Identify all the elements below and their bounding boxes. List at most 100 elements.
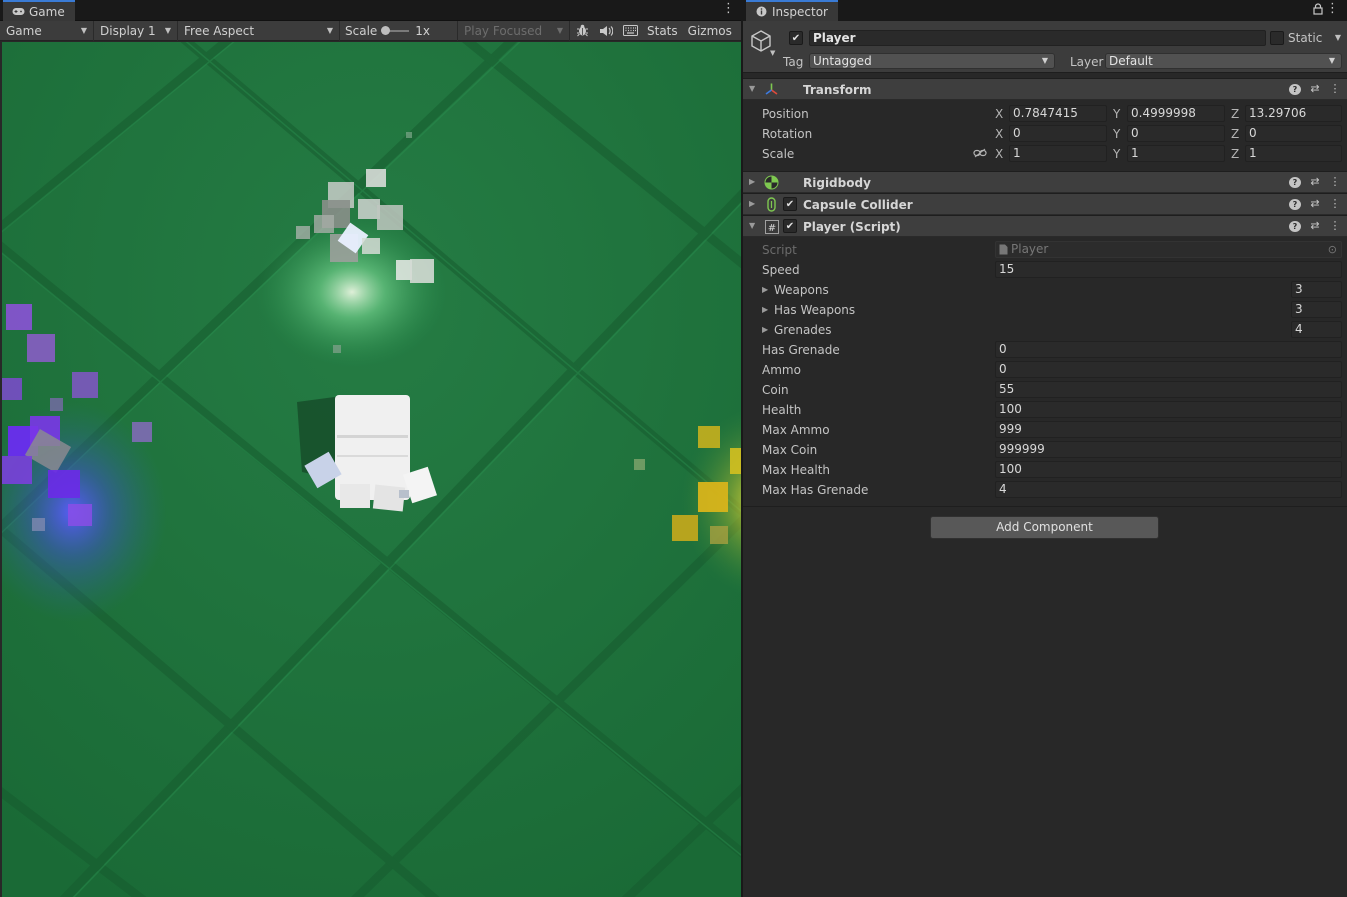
has-weapons-size-field[interactable]: 3: [1291, 301, 1342, 318]
game-mode-dropdown[interactable]: Game ▼: [0, 20, 94, 41]
gizmos-button[interactable]: Gizmos: [683, 21, 737, 41]
gamepad-icon: [11, 6, 25, 18]
add-component-button[interactable]: Add Component: [930, 516, 1159, 539]
rigidbody-ball-icon: [764, 175, 779, 190]
weapons-size-field[interactable]: 3: [1291, 281, 1342, 298]
script-value: Player: [1011, 242, 1049, 256]
help-icon[interactable]: ?: [1289, 82, 1301, 95]
grenades-foldout-icon[interactable]: ▶: [762, 325, 768, 334]
chevron-down-icon: ▼: [556, 26, 563, 35]
bug-icon[interactable]: [570, 21, 594, 41]
tag-dropdown[interactable]: Untagged ▼: [809, 53, 1055, 69]
player-script-title: Player (Script): [803, 220, 901, 234]
component-menu-icon[interactable]: ⋮: [1329, 219, 1341, 232]
rigidbody-component-header[interactable]: ▶ Rigidbody ? ⇄ ⋮: [743, 171, 1347, 193]
has-grenade-field[interactable]: 0: [995, 341, 1342, 358]
play-mode-value: Play Focused: [464, 23, 543, 38]
rotation-x-label[interactable]: X: [995, 127, 1003, 141]
scale-x-field[interactable]: 1: [1009, 145, 1107, 162]
inspector-menu-icon[interactable]: ⋮: [1326, 2, 1339, 16]
play-mode-dropdown[interactable]: Play Focused ▼: [458, 20, 570, 41]
help-icon[interactable]: ?: [1289, 197, 1301, 210]
layer-dropdown[interactable]: Default ▼: [1105, 53, 1342, 69]
grenades-size-field[interactable]: 4: [1291, 321, 1342, 338]
audio-icon[interactable]: [594, 21, 618, 41]
game-viewport[interactable]: [2, 42, 741, 897]
static-checkbox[interactable]: [1270, 31, 1284, 45]
foldout-expanded-icon[interactable]: ▼: [749, 84, 755, 93]
game-panel-menu-icon[interactable]: ⋮: [722, 2, 735, 16]
game-tab[interactable]: Game: [3, 0, 75, 21]
rotation-x-field[interactable]: 0: [1009, 125, 1107, 142]
help-icon[interactable]: ?: [1289, 219, 1301, 232]
position-z-label[interactable]: Z: [1231, 107, 1239, 121]
ammo-field[interactable]: 0: [995, 361, 1342, 378]
rotation-z-field[interactable]: 0: [1245, 125, 1342, 142]
icon-chevron-down-icon[interactable]: ▼: [770, 49, 775, 57]
inspector-tab[interactable]: Inspector: [746, 0, 838, 21]
aspect-dropdown[interactable]: Free Aspect ▼: [178, 20, 340, 41]
scale-y-label[interactable]: Y: [1113, 147, 1120, 161]
capsule-collider-enabled-checkbox[interactable]: [783, 197, 797, 211]
max-health-label: Max Health: [762, 463, 831, 477]
svg-text:#: #: [767, 223, 775, 234]
health-field[interactable]: 100: [995, 401, 1342, 418]
position-y-label[interactable]: Y: [1113, 107, 1120, 121]
weapons-label[interactable]: Weapons: [774, 283, 829, 297]
active-checkbox[interactable]: [789, 31, 803, 45]
grenades-label[interactable]: Grenades: [774, 323, 832, 337]
capsule-collider-component-header[interactable]: ▶ Capsule Collider ? ⇄ ⋮: [743, 193, 1347, 215]
display-value: Display 1: [100, 23, 156, 38]
weapons-foldout-icon[interactable]: ▶: [762, 285, 768, 294]
scale-label: Scale: [762, 147, 795, 161]
scale-slider[interactable]: [381, 25, 410, 35]
component-menu-icon[interactable]: ⋮: [1329, 82, 1341, 95]
player-script-component-header[interactable]: ▼ # Player (Script) ? ⇄ ⋮: [743, 215, 1347, 237]
static-chevron-down-icon[interactable]: ▼: [1335, 33, 1341, 42]
foldout-collapsed-icon[interactable]: ▶: [749, 177, 755, 186]
transform-component-header[interactable]: ▼ Transform ? ⇄ ⋮: [743, 78, 1347, 100]
chevron-down-icon: ▼: [1041, 56, 1048, 65]
position-x-field[interactable]: 0.7847415: [1009, 105, 1107, 122]
gameobject-name-field[interactable]: Player: [809, 30, 1266, 46]
keyboard-icon[interactable]: [618, 21, 642, 41]
speed-field[interactable]: 15: [995, 261, 1342, 278]
presets-icon[interactable]: ⇄: [1309, 82, 1321, 95]
foldout-expanded-icon[interactable]: ▼: [749, 221, 755, 230]
player-script-enabled-checkbox[interactable]: [783, 219, 797, 233]
component-tools: ? ⇄ ⋮: [1289, 175, 1341, 188]
max-ammo-field[interactable]: 999: [995, 421, 1342, 438]
gizmos-label: Gizmos: [687, 23, 732, 38]
position-z-field[interactable]: 13.29706: [1245, 105, 1342, 122]
component-menu-icon[interactable]: ⋮: [1329, 197, 1341, 210]
coin-field[interactable]: 55: [995, 381, 1342, 398]
tag-value: Untagged: [813, 54, 872, 68]
constrain-proportions-icon[interactable]: [973, 147, 987, 161]
max-coin-field[interactable]: 999999: [995, 441, 1342, 458]
foldout-collapsed-icon[interactable]: ▶: [749, 199, 755, 208]
stats-button[interactable]: Stats: [642, 21, 683, 41]
display-dropdown[interactable]: Display 1 ▼: [94, 20, 178, 41]
scale-y-field[interactable]: 1: [1127, 145, 1225, 162]
game-toolbar: Game ▼ Display 1 ▼ Free Aspect ▼ Scale 1…: [0, 20, 741, 41]
scale-z-field[interactable]: 1: [1245, 145, 1342, 162]
rotation-y-field[interactable]: 0: [1127, 125, 1225, 142]
position-y-field[interactable]: 0.4999998: [1127, 105, 1225, 122]
lock-icon[interactable]: [1313, 3, 1323, 15]
position-x-label[interactable]: X: [995, 107, 1003, 121]
max-health-field[interactable]: 100: [995, 461, 1342, 478]
max-has-grenade-field[interactable]: 4: [995, 481, 1342, 498]
presets-icon[interactable]: ⇄: [1309, 197, 1321, 210]
rotation-y-label[interactable]: Y: [1113, 127, 1120, 141]
object-picker-icon: ⊙: [1327, 243, 1337, 256]
presets-icon[interactable]: ⇄: [1309, 175, 1321, 188]
help-icon[interactable]: ?: [1289, 175, 1301, 188]
scale-x-label[interactable]: X: [995, 147, 1003, 161]
presets-icon[interactable]: ⇄: [1309, 219, 1321, 232]
has-weapons-foldout-icon[interactable]: ▶: [762, 305, 768, 314]
scale-slider-knob[interactable]: [381, 25, 391, 35]
component-menu-icon[interactable]: ⋮: [1329, 175, 1341, 188]
rotation-z-label[interactable]: Z: [1231, 127, 1239, 141]
has-weapons-label[interactable]: Has Weapons: [774, 303, 855, 317]
scale-z-label[interactable]: Z: [1231, 147, 1239, 161]
